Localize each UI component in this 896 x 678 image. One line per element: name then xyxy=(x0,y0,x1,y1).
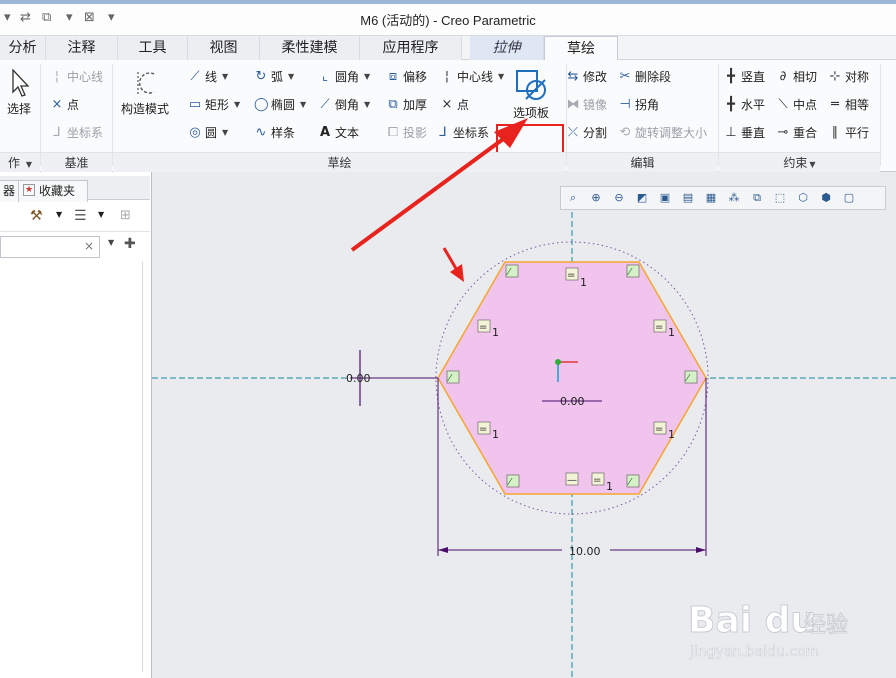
annotation-arrow-shaft xyxy=(350,132,512,252)
dim-arrow-left xyxy=(438,547,448,553)
width-dimension-label[interactable]: 10.00 xyxy=(569,545,601,558)
horizontal-icon: — xyxy=(567,475,577,486)
watermark-brand-cn: 经验 xyxy=(804,613,848,638)
hexagon-sketch[interactable] xyxy=(437,261,707,495)
equal-index: 1 xyxy=(492,326,499,339)
equal-icon: = xyxy=(655,424,663,435)
equal-icon: = xyxy=(593,475,601,486)
equal-index: 1 xyxy=(668,326,675,339)
equal-icon: = xyxy=(479,424,487,435)
equal-index: 1 xyxy=(668,428,675,441)
dim-arrow-right xyxy=(696,547,706,553)
watermark-brand: Bai du xyxy=(688,600,816,641)
equal-icon: = xyxy=(567,270,575,281)
equal-icon: = xyxy=(655,322,663,333)
center-dim-label[interactable]: 0.00 xyxy=(560,395,585,408)
small-arrow-head xyxy=(450,264,464,282)
left-dim-label[interactable]: 0.00 xyxy=(346,372,371,385)
sketch-canvas: 0.00 0.00 10.00 ⁄ ⁄ ⁄ ⁄ ⁄ ⁄ = 1 = 1 = 1 … xyxy=(152,118,896,678)
equal-index: 1 xyxy=(580,276,587,289)
origin-point[interactable] xyxy=(555,359,561,365)
equal-index: 1 xyxy=(606,480,613,493)
baidu-watermark: Bai du 经验 jingyan.baidu.com xyxy=(688,600,849,661)
watermark-url: jingyan.baidu.com xyxy=(689,644,819,660)
equal-index: 1 xyxy=(492,428,499,441)
equal-icon: = xyxy=(479,322,487,333)
